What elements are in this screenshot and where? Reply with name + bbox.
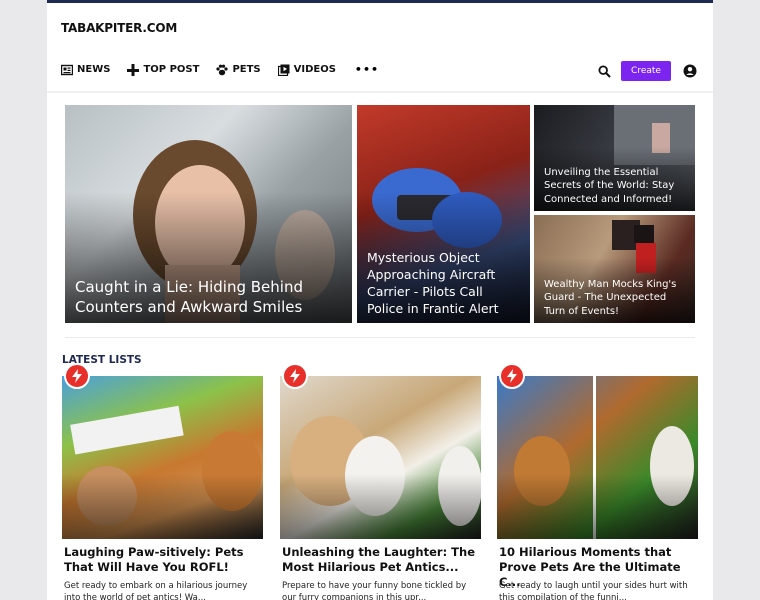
featured-post-secondary[interactable]: Mysterious Object Approaching Aircraft C… bbox=[357, 105, 530, 323]
header-actions: Create bbox=[598, 61, 697, 81]
featured-post-small-1[interactable]: Unveiling the Essential Secrets of the W… bbox=[534, 105, 695, 211]
page: TABAKPITER.COM NEWS TOP POST PETS VIDEOS… bbox=[47, 0, 713, 600]
list-card-excerpt: Get ready to embark on a hilarious journ… bbox=[64, 581, 248, 600]
trending-badge bbox=[282, 363, 308, 389]
nav-item-pets[interactable]: PETS bbox=[216, 64, 261, 76]
featured-title: Wealthy Man Mocks King's Guard - The Une… bbox=[544, 278, 677, 317]
site-logo[interactable]: TABAKPITER.COM bbox=[61, 21, 177, 35]
top-post-icon bbox=[127, 63, 140, 76]
list-card-title[interactable]: Unleashing the Laughter: The Most Hilari… bbox=[282, 545, 482, 575]
list-card-thumbnail[interactable] bbox=[497, 376, 698, 539]
video-icon bbox=[277, 64, 290, 76]
image-overlay bbox=[497, 473, 698, 539]
featured-post-small-2[interactable]: Wealthy Man Mocks King's Guard - The Une… bbox=[534, 215, 695, 323]
nav-divider bbox=[47, 91, 713, 93]
list-card-thumbnail[interactable] bbox=[62, 376, 263, 539]
paw-icon bbox=[216, 64, 229, 75]
section-divider bbox=[65, 337, 695, 338]
featured-title: Mysterious Object Approaching Aircraft C… bbox=[367, 250, 499, 316]
featured-title: Caught in a Lie: Hiding Behind Counters … bbox=[75, 278, 303, 316]
featured-post-main[interactable]: Caught in a Lie: Hiding Behind Counters … bbox=[65, 105, 352, 323]
nav-item-top-post[interactable]: TOP POST bbox=[127, 63, 200, 76]
image-overlay bbox=[280, 473, 481, 539]
list-card-title[interactable]: Laughing Paw-sitively: Pets That Will Ha… bbox=[64, 545, 264, 575]
trending-badge bbox=[64, 363, 90, 389]
create-button[interactable]: Create bbox=[621, 61, 671, 81]
search-icon[interactable] bbox=[598, 64, 611, 78]
news-icon bbox=[61, 64, 73, 75]
main-nav: NEWS TOP POST PETS VIDEOS ••• bbox=[61, 63, 379, 76]
list-card-excerpt: Get ready to laugh until your sides hurt… bbox=[499, 581, 688, 600]
nav-item-news[interactable]: NEWS bbox=[61, 64, 110, 76]
lightning-icon bbox=[290, 369, 300, 383]
trending-badge bbox=[499, 363, 525, 389]
nav-label: PETS bbox=[232, 64, 261, 75]
user-account-icon[interactable] bbox=[683, 64, 697, 78]
lightning-icon bbox=[72, 369, 82, 383]
featured-title: Unveiling the Essential Secrets of the W… bbox=[544, 166, 675, 205]
list-card-excerpt: Prepare to have your funny bone tickled … bbox=[282, 581, 467, 600]
list-card-thumbnail[interactable] bbox=[280, 376, 481, 539]
image-overlay bbox=[62, 473, 263, 539]
nav-label: NEWS bbox=[77, 64, 111, 75]
nav-label: TOP POST bbox=[143, 64, 200, 75]
lightning-icon bbox=[507, 369, 517, 383]
nav-label: VIDEOS bbox=[293, 64, 336, 75]
more-menu-button[interactable]: ••• bbox=[355, 63, 379, 76]
nav-item-videos[interactable]: VIDEOS bbox=[277, 64, 336, 76]
